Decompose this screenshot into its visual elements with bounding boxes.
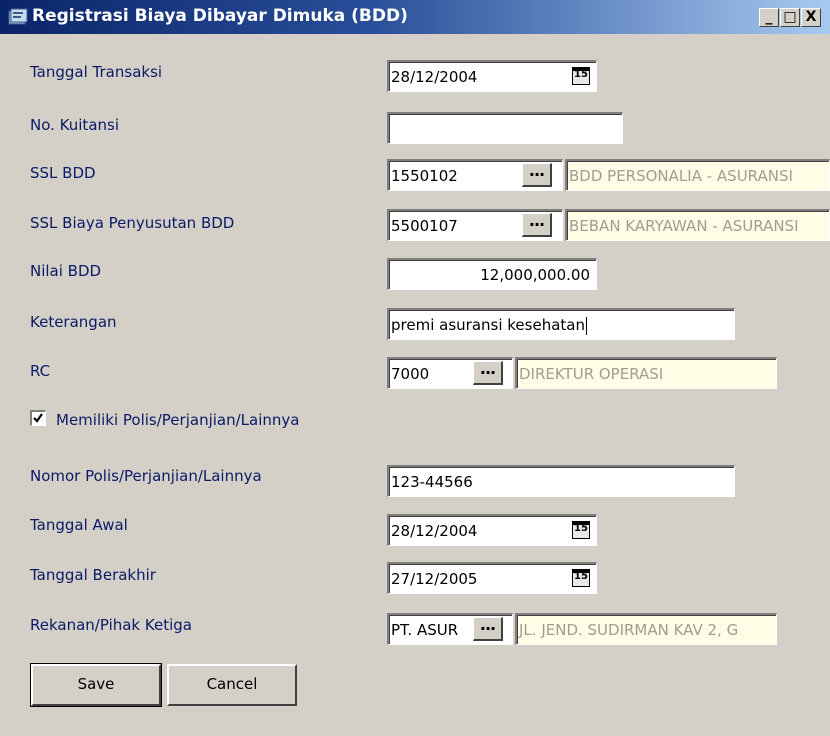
save-button[interactable]: Save (30, 663, 162, 707)
title-bar[interactable]: Registrasi Biaya Dibayar Dimuka (BDD) _ … (0, 0, 830, 34)
ssl-bdd-label: SSL BDD (30, 164, 96, 182)
close-button[interactable]: X (801, 8, 821, 27)
ssl-bdd-lookup-button[interactable]: ... (522, 163, 552, 187)
nilai-bdd-label: Nilai BDD (30, 262, 102, 280)
rekanan-lookup-button[interactable]: ... (473, 617, 503, 641)
text-caret (585, 316, 587, 335)
rekanan-code-value: PT. ASUR (391, 621, 459, 639)
ssl-biaya-code-value: 5500107 (391, 217, 458, 235)
tanggal-transaksi-field[interactable]: 28/12/2004 15 (387, 60, 597, 92)
checkmark-icon (33, 413, 43, 423)
rekanan-description: JL. JEND. SUDIRMAN KAV 2, G (515, 613, 777, 645)
ssl-biaya-description: BEBAN KARYAWAN - ASURANSI (565, 209, 830, 241)
nilai-bdd-input[interactable]: 12,000,000.00 (387, 258, 597, 290)
bdd-registration-window: Registrasi Biaya Dibayar Dimuka (BDD) _ … (0, 0, 830, 736)
rc-label: RC (30, 362, 51, 380)
tanggal-awal-value: 28/12/2004 (391, 522, 478, 540)
ssl-biaya-label: SSL Biaya Penyusutan BDD (30, 214, 235, 232)
keterangan-label: Keterangan (30, 313, 117, 331)
memiliki-polis-label[interactable]: Memiliki Polis/Perjanjian/Lainnya (56, 411, 299, 429)
memiliki-polis-checkbox[interactable] (30, 410, 46, 426)
no-kuitansi-input[interactable] (387, 112, 623, 144)
tanggal-transaksi-label: Tanggal Transaksi (30, 63, 163, 81)
keterangan-value: premi asuransi kesehatan (391, 316, 585, 334)
calendar-icon[interactable]: 15 (572, 521, 590, 539)
tanggal-berakhir-field[interactable]: 27/12/2005 15 (387, 562, 597, 594)
app-icon (8, 8, 28, 25)
rc-code-value: 7000 (391, 365, 430, 383)
rekanan-label: Rekanan/Pihak Ketiga (30, 616, 192, 634)
calendar-icon[interactable]: 15 (572, 569, 590, 587)
tanggal-berakhir-value: 27/12/2005 (391, 570, 478, 588)
ssl-bdd-description: BDD PERSONALIA - ASURANSI (565, 159, 830, 191)
ssl-bdd-code-value: 1550102 (391, 167, 458, 185)
tanggal-transaksi-value: 28/12/2004 (391, 68, 478, 86)
rc-description: DIREKTUR OPERASI (515, 357, 777, 389)
calendar-icon[interactable]: 15 (572, 67, 590, 85)
tanggal-awal-field[interactable]: 28/12/2004 15 (387, 514, 597, 546)
tanggal-awal-label: Tanggal Awal (30, 516, 128, 534)
maximize-button[interactable]: □ (780, 8, 800, 27)
ssl-biaya-lookup-button[interactable]: ... (522, 213, 552, 237)
nomor-polis-label: Nomor Polis/Perjanjian/Lainnya (30, 467, 262, 485)
rc-lookup-button[interactable]: ... (473, 361, 503, 385)
no-kuitansi-label: No. Kuitansi (30, 116, 119, 134)
keterangan-input[interactable]: premi asuransi kesehatan (387, 308, 735, 340)
tanggal-berakhir-label: Tanggal Berakhir (30, 566, 156, 584)
cancel-button[interactable]: Cancel (167, 664, 297, 706)
window-title: Registrasi Biaya Dibayar Dimuka (BDD) (32, 6, 408, 26)
nomor-polis-input[interactable]: 123-44566 (387, 465, 735, 497)
minimize-button[interactable]: _ (759, 8, 779, 27)
